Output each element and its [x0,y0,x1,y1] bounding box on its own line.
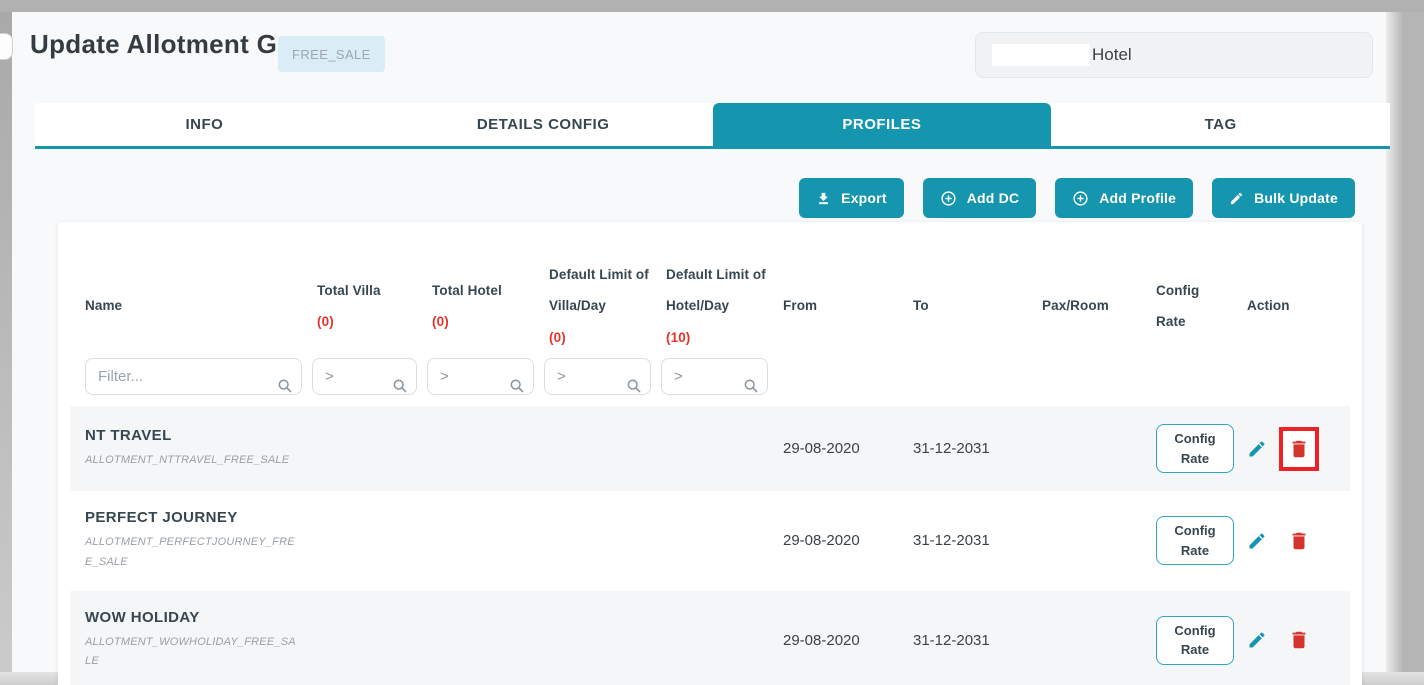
config-rate-cell: Config Rate [1141,424,1232,473]
col-header-to: To [898,290,1027,321]
col-header-default-limit-villa: Default Limit of Villa/Day(0) [534,259,651,352]
filter-cell-name [70,358,302,395]
col-header-default-limit-hotel: Default Limit of Hotel/Day(10) [651,259,768,352]
plus-circle-icon [1072,190,1089,207]
export-button[interactable]: Export [799,178,904,218]
trash-wrap [1279,618,1319,662]
profile-code: ALLOTMENT_PERFECTJOURNEY_FREE_SALE [85,533,302,573]
profile-name-cell: WOW HOLIDAY ALLOTMENT_WOWHOLIDAY_FREE_SA… [70,609,302,673]
from-date: 29-08-2020 [768,632,898,649]
profile-name-cell: NT TRAVEL ALLOTMENT_NTTRAVEL_FREE_SALE [70,427,302,471]
filter-cell-total-villa [302,358,417,395]
delete-button[interactable] [1288,530,1310,552]
col-header-action: Action [1232,290,1350,321]
to-date: 31-12-2031 [898,632,1027,649]
filter-input-limit-villa[interactable] [544,358,651,395]
from-date: 29-08-2020 [768,440,898,457]
export-button-label: Export [841,190,887,206]
tab-details-config[interactable]: DETAILS CONFIG [374,103,713,146]
status-badge: FREE_SALE [278,36,385,72]
page: Update Allotment Group FREE_SALE Hotel I… [12,12,1386,672]
add-profile-button[interactable]: Add Profile [1055,178,1193,218]
pencil-icon [1247,531,1267,551]
pencil-icon [1247,439,1267,459]
table-row: PERFECT JOURNEY ALLOTMENT_PERFECTJOURNEY… [70,491,1350,591]
filter-cell-total-hotel [417,358,534,395]
col-header-from: From [768,290,898,321]
filter-input-total-villa[interactable] [312,358,417,395]
filter-input-total-hotel[interactable] [427,358,534,395]
add-dc-button-label: Add DC [967,190,1020,206]
col-header-total-hotel: Total Hotel(0) [417,275,534,337]
table-filter-row [70,358,1350,406]
from-date: 29-08-2020 [768,532,898,549]
count-badge: (0) [317,306,417,337]
filter-cell-limit-hotel [651,358,768,395]
profile-name: PERFECT JOURNEY [85,509,302,526]
config-rate-button[interactable]: Config Rate [1156,516,1234,565]
delete-button[interactable] [1288,629,1310,651]
tab-bar: INFO DETAILS CONFIG PROFILES TAG [35,103,1390,149]
profile-name: NT TRAVEL [85,427,302,444]
count-badge: (0) [432,306,534,337]
bulk-update-button[interactable]: Bulk Update [1212,178,1355,218]
toolbar: Export Add DC Add Profile Bulk Update [799,178,1355,218]
tab-info[interactable]: INFO [35,103,374,146]
profile-name-cell: PERFECT JOURNEY ALLOTMENT_PERFECTJOURNEY… [70,509,302,573]
trash-icon [1288,438,1310,460]
hotel-selector-value: Hotel [1092,45,1132,65]
drawer-handle[interactable] [0,33,13,60]
profile-code: ALLOTMENT_WOWHOLIDAY_FREE_SALE [85,633,302,673]
table-row: WOW HOLIDAY ALLOTMENT_WOWHOLIDAY_FREE_SA… [70,591,1350,685]
tab-tag[interactable]: TAG [1051,103,1390,146]
config-rate-cell: Config Rate [1141,616,1232,665]
config-rate-cell: Config Rate [1141,516,1232,565]
col-header-config-rate: Config Rate [1141,275,1232,337]
hotel-selector[interactable]: Hotel [975,32,1373,78]
profile-name: WOW HOLIDAY [85,609,302,626]
window-border-top [0,0,1424,12]
window-border-right [1386,12,1424,672]
filter-input-limit-hotel[interactable] [661,358,768,395]
action-cell [1232,427,1350,471]
col-header-pax-room: Pax/Room [1027,290,1141,321]
screenshot-frame: Update Allotment Group FREE_SALE Hotel I… [0,0,1424,685]
trash-wrap [1279,519,1319,563]
pencil-icon [1229,191,1244,206]
delete-button[interactable] [1288,438,1310,460]
redacted-text-block [992,44,1090,66]
action-cell [1232,519,1350,563]
config-rate-button[interactable]: Config Rate [1156,424,1234,473]
plus-circle-icon [940,190,957,207]
profile-code: ALLOTMENT_NTTRAVEL_FREE_SALE [85,451,302,471]
pencil-icon [1247,630,1267,650]
count-badge: (10) [666,322,768,353]
trash-icon [1288,530,1310,552]
edit-button[interactable] [1247,439,1267,459]
edit-button[interactable] [1247,630,1267,650]
to-date: 31-12-2031 [898,532,1027,549]
delete-highlight-annotation [1279,427,1319,471]
count-badge: (0) [549,322,651,353]
trash-icon [1288,629,1310,651]
download-icon [816,191,831,206]
edit-button[interactable] [1247,531,1267,551]
add-dc-button[interactable]: Add DC [923,178,1037,218]
table-row: NT TRAVEL ALLOTMENT_NTTRAVEL_FREE_SALE 2… [70,406,1350,491]
config-rate-button[interactable]: Config Rate [1156,616,1234,665]
table-header-row: Name Total Villa(0) Total Hotel(0) Defau… [70,234,1350,358]
filter-cell-limit-villa [534,358,651,395]
action-cell [1232,618,1350,662]
tab-profiles[interactable]: PROFILES [713,103,1052,146]
bulk-update-button-label: Bulk Update [1254,190,1338,206]
window-border-left [0,12,12,672]
col-header-name: Name [70,290,302,321]
add-profile-button-label: Add Profile [1099,190,1176,206]
to-date: 31-12-2031 [898,440,1027,457]
profiles-table-card: Name Total Villa(0) Total Hotel(0) Defau… [58,222,1362,685]
col-header-total-villa: Total Villa(0) [302,275,417,337]
filter-input-name[interactable] [85,358,302,395]
